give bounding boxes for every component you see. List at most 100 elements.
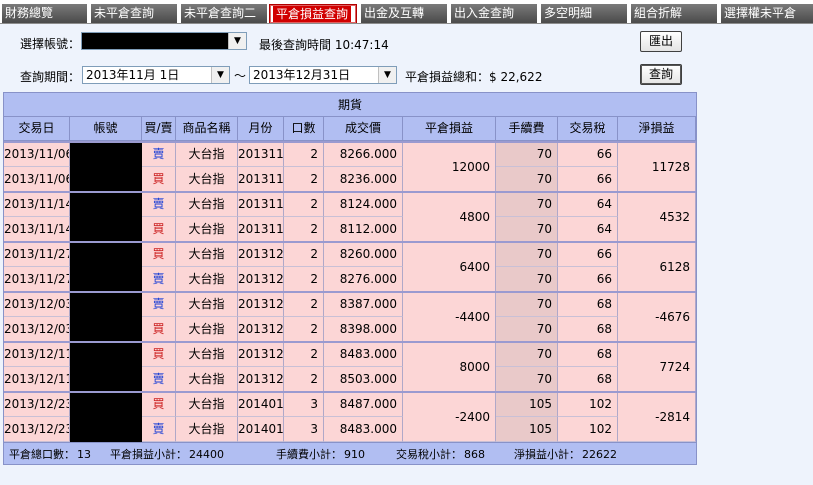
last-query-value: 10:47:14 <box>334 38 389 52</box>
footer-fee-value: 910 <box>344 448 365 461</box>
cell-trade-date: 2013/12/03 <box>4 292 70 317</box>
account-label: 選擇帳號： <box>20 37 81 51</box>
footer-qty-value: 13 <box>77 448 91 461</box>
cell-tax: 66 <box>558 167 618 192</box>
export-button[interactable]: 匯出 <box>640 31 682 52</box>
cell-lots: 2 <box>284 192 324 217</box>
account-redacted <box>70 217 142 242</box>
header-account[interactable]: 帳號 <box>70 117 142 140</box>
tab-label: 出入金查詢 <box>454 6 515 20</box>
footer-fee: 手續費小計： 910 <box>276 446 365 462</box>
cell-product-name: 大台指 <box>176 192 238 217</box>
date-from-value: 2013年11月 1日 <box>86 68 180 82</box>
cell-product-name: 大台指 <box>176 292 238 317</box>
chevron-down-icon[interactable]: ▼ <box>228 33 246 49</box>
tab-label: 選擇權未平倉 <box>724 6 797 20</box>
group-separator <box>4 391 696 393</box>
date-from-select[interactable]: 2013年11月 1日 ▼ <box>82 66 230 84</box>
footer-pnl: 平倉損益小計： 24400 <box>110 446 224 462</box>
cell-fill-price: 8266.000 <box>324 142 403 167</box>
cell-fill-price: 8483.000 <box>324 342 403 367</box>
cell-tax: 68 <box>558 342 618 367</box>
chevron-down-icon[interactable]: ▼ <box>378 67 396 83</box>
cell-net-pnl: 11728 <box>618 142 696 192</box>
cell-fill-price: 8483.000 <box>324 417 403 442</box>
account-redacted <box>70 417 142 442</box>
header-contract-month[interactable]: 月份 <box>238 117 284 140</box>
tab-label: 組合折解 <box>634 6 683 20</box>
cell-contract-month: 201311 <box>238 167 284 192</box>
account-redacted <box>70 292 142 317</box>
cell-closed-pnl: 4800 <box>403 192 496 242</box>
tab-open-positions-2[interactable]: 未平倉查詢二 <box>179 4 267 23</box>
footer-net-value: 22622 <box>582 448 617 461</box>
tab-deposit-withdraw-query[interactable]: 出入金查詢 <box>449 4 537 23</box>
account-redacted <box>70 317 142 342</box>
account-redacted <box>70 192 142 217</box>
date-to-select[interactable]: 2013年12月31日 ▼ <box>249 66 397 84</box>
header-commission[interactable]: 手續費 <box>496 117 558 140</box>
tab-combo-split[interactable]: 組合折解 <box>629 4 717 23</box>
cell-lots: 2 <box>284 342 324 367</box>
cell-commission: 70 <box>496 317 558 342</box>
cell-contract-month: 201311 <box>238 142 284 167</box>
group-separator <box>4 341 696 343</box>
cell-lots: 2 <box>284 292 324 317</box>
cell-trade-date: 2013/12/11 <box>4 367 70 392</box>
cell-buy-sell: 賣 <box>142 192 176 217</box>
header-tax[interactable]: 交易稅 <box>558 117 618 140</box>
header-buy-sell[interactable]: 買/賣 <box>142 117 176 140</box>
header-lots[interactable]: 口數 <box>284 117 324 140</box>
footer-pnl-label: 平倉損益小計： <box>110 448 187 461</box>
cell-buy-sell: 賣 <box>142 142 176 167</box>
tab-open-positions[interactable]: 未平倉查詢 <box>89 4 177 23</box>
pnl-total-label: 平倉損益總和： <box>405 70 490 84</box>
grid-footer: 平倉總口數： 13 平倉損益小計： 24400 手續費小計： 910 交易稅小計： 86… <box>4 442 696 464</box>
cell-lots: 2 <box>284 367 324 392</box>
tab-label: 未平倉查詢 <box>94 6 155 20</box>
grid-title: 期貨 <box>4 93 696 117</box>
cell-closed-pnl: -4400 <box>403 292 496 342</box>
cell-closed-pnl: -2400 <box>403 392 496 442</box>
tab-closed-pnl[interactable]: 平倉損益查詢 <box>269 4 357 23</box>
cell-product-name: 大台指 <box>176 217 238 242</box>
cell-trade-date: 2013/12/11 <box>4 342 70 367</box>
cell-tax: 102 <box>558 392 618 417</box>
last-query-time: 最後查詢時間 10:47:14 <box>259 36 389 53</box>
cell-trade-date: 2013/12/23 <box>4 392 70 417</box>
tab-options-open-positions[interactable]: 選擇權未平倉 <box>719 4 813 23</box>
header-closed-pnl[interactable]: 平倉損益 <box>403 117 496 140</box>
cell-trade-date: 2013/11/14 <box>4 217 70 242</box>
cell-closed-pnl: 8000 <box>403 342 496 392</box>
query-button[interactable]: 查詢 <box>640 64 682 85</box>
account-redacted <box>70 242 142 267</box>
cell-commission: 70 <box>496 267 558 292</box>
cell-closed-pnl: 12000 <box>403 142 496 192</box>
header-product-name[interactable]: 商品名稱 <box>176 117 238 140</box>
tab-withdraw-transfer[interactable]: 出金及互轉 <box>359 4 447 23</box>
cell-product-name: 大台指 <box>176 342 238 367</box>
footer-net: 淨損益小計： 22622 <box>514 446 617 462</box>
account-redacted <box>70 167 142 192</box>
header-net-pnl[interactable]: 淨損益 <box>618 117 696 140</box>
cell-product-name: 大台指 <box>176 367 238 392</box>
cell-tax: 68 <box>558 317 618 342</box>
header-fill-price[interactable]: 成交價 <box>324 117 403 140</box>
cell-trade-date: 2013/11/06 <box>4 142 70 167</box>
cell-fill-price: 8112.000 <box>324 217 403 242</box>
cell-tax: 66 <box>558 242 618 267</box>
cell-lots: 3 <box>284 417 324 442</box>
cell-product-name: 大台指 <box>176 417 238 442</box>
cell-contract-month: 201312 <box>238 267 284 292</box>
cell-trade-date: 2013/11/27 <box>4 242 70 267</box>
account-select[interactable]: ▼ <box>81 32 247 50</box>
tab-financial-overview[interactable]: 財務總覽 <box>0 4 87 23</box>
cell-commission: 70 <box>496 167 558 192</box>
cell-fill-price: 8260.000 <box>324 242 403 267</box>
cell-commission: 70 <box>496 342 558 367</box>
header-trade-date[interactable]: 交易日 <box>4 117 70 140</box>
tab-long-short-detail[interactable]: 多空明細 <box>539 4 627 23</box>
date-to-value: 2013年12月31日 <box>253 68 351 82</box>
chevron-down-icon[interactable]: ▼ <box>211 67 229 83</box>
cell-trade-date: 2013/12/03 <box>4 317 70 342</box>
